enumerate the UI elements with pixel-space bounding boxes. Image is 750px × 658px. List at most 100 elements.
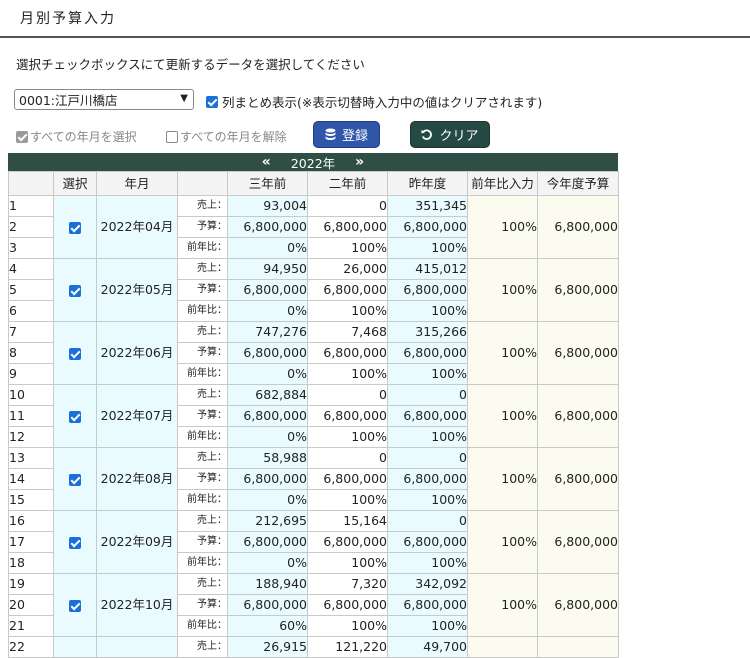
ratio-input-cell[interactable]: 100% <box>467 384 538 448</box>
clear-button[interactable]: クリア <box>410 121 490 148</box>
value-cell[interactable]: 6,800,000 <box>307 342 388 364</box>
value-cell: 100% <box>307 426 388 448</box>
value-cell[interactable]: 6,800,000 <box>387 342 468 364</box>
select-cell <box>53 636 97 658</box>
row-number: 6 <box>8 300 54 322</box>
row-select-checkbox[interactable] <box>69 536 81 549</box>
value-cell[interactable]: 6,800,000 <box>307 279 388 301</box>
budget-cell[interactable]: 6,800,000 <box>537 573 619 637</box>
value-cell[interactable]: 6,800,000 <box>307 594 388 616</box>
value-cell: 0 <box>387 447 468 469</box>
value-cell: 15,164 <box>307 510 388 532</box>
row-type-label: 前年比： <box>177 426 228 448</box>
ratio-input-cell[interactable]: 100% <box>467 573 538 637</box>
value-cell[interactable]: 6,800,000 <box>387 594 468 616</box>
value-cell: 188,940 <box>227 573 308 595</box>
row-number: 4 <box>8 258 54 280</box>
row-select-checkbox[interactable] <box>69 473 81 486</box>
value-cell[interactable]: 6,800,000 <box>227 468 308 490</box>
title-bar: 月別予算入力 <box>0 0 750 38</box>
budget-cell[interactable]: 6,800,000 <box>537 321 619 385</box>
value-cell: 100% <box>307 489 388 511</box>
store-select-value: 0001:江戸川橋店 <box>19 93 118 108</box>
row-number: 8 <box>8 342 54 364</box>
value-cell: 100% <box>387 300 468 322</box>
value-cell[interactable]: 6,800,000 <box>307 405 388 427</box>
value-cell[interactable]: 6,800,000 <box>227 216 308 238</box>
year-navigation: « 2022年 » <box>8 153 618 171</box>
value-cell[interactable]: 6,800,000 <box>387 279 468 301</box>
deselect-all-checkbox[interactable] <box>166 130 178 143</box>
value-cell[interactable]: 6,800,000 <box>307 531 388 553</box>
select-all-checkbox[interactable] <box>16 130 28 143</box>
next-year-button[interactable]: » <box>355 155 364 169</box>
value-cell[interactable]: 6,800,000 <box>227 342 308 364</box>
prev-year-button[interactable]: « <box>262 155 271 169</box>
budget-cell[interactable]: 6,800,000 <box>537 195 619 259</box>
ratio-input-cell[interactable]: 100% <box>467 510 538 574</box>
budget-cell[interactable]: 6,800,000 <box>537 510 619 574</box>
value-cell[interactable]: 6,800,000 <box>387 216 468 238</box>
store-select[interactable]: 0001:江戸川橋店 ▼ <box>14 89 194 110</box>
year-month-cell: 2022年10月 <box>96 573 178 637</box>
undo-icon <box>421 129 433 140</box>
value-cell[interactable]: 6,800,000 <box>227 531 308 553</box>
value-cell[interactable]: 6,800,000 <box>387 531 468 553</box>
row-number: 17 <box>8 531 54 553</box>
value-cell: 342,092 <box>387 573 468 595</box>
budget-cell[interactable]: 6,800,000 <box>537 447 619 511</box>
select-cell <box>53 447 97 511</box>
row-select-checkbox[interactable] <box>69 221 81 234</box>
select-cell <box>53 258 97 322</box>
value-cell[interactable]: 6,800,000 <box>307 468 388 490</box>
row-type-label: 予算： <box>177 594 228 616</box>
value-cell[interactable]: 6,800,000 <box>227 405 308 427</box>
select-all-label: すべての年月を選択 <box>30 130 137 144</box>
ratio-input-cell[interactable]: 100% <box>467 258 538 322</box>
value-cell: 747,276 <box>227 321 308 343</box>
value-cell: 58,988 <box>227 447 308 469</box>
value-cell[interactable]: 6,800,000 <box>227 594 308 616</box>
table-row: 19 2022年10月 売上： 188,940 7,320 342,092 100% 6,80… <box>8 573 619 637</box>
budget-cell[interactable]: 6,800,000 <box>537 384 619 448</box>
value-cell: 682,884 <box>227 384 308 406</box>
row-type-label: 予算： <box>177 216 228 238</box>
value-cell: 100% <box>387 426 468 448</box>
year-month-cell <box>96 636 178 658</box>
row-select-checkbox[interactable] <box>69 599 81 612</box>
table-row: 7 2022年06月 売上： 747,276 7,468 315,266 100% 6,800… <box>8 321 619 385</box>
row-type-label: 前年比： <box>177 237 228 259</box>
page-title: 月別予算入力 <box>20 11 116 27</box>
budget-cell[interactable]: 6,800,000 <box>537 258 619 322</box>
row-number: 14 <box>8 468 54 490</box>
ratio-input-cell[interactable]: 100% <box>467 195 538 259</box>
ratio-input-cell[interactable]: 100% <box>467 321 538 385</box>
value-cell: 100% <box>387 615 468 637</box>
value-cell[interactable]: 6,800,000 <box>227 279 308 301</box>
row-type-label: 前年比： <box>177 363 228 385</box>
header-three-years-ago: 三年前 <box>227 171 308 196</box>
value-cell[interactable]: 6,800,000 <box>307 216 388 238</box>
value-cell: 212,695 <box>227 510 308 532</box>
row-number: 7 <box>8 321 54 343</box>
register-button[interactable]: 登録 <box>313 121 380 148</box>
value-cell[interactable]: 6,800,000 <box>387 405 468 427</box>
ratio-input-cell[interactable]: 100% <box>467 447 538 511</box>
column-summary-checkbox[interactable] <box>206 95 218 108</box>
row-select-checkbox[interactable] <box>69 410 81 423</box>
database-icon <box>325 128 336 140</box>
value-cell: 0 <box>387 384 468 406</box>
value-cell: 100% <box>307 552 388 574</box>
year-month-cell: 2022年07月 <box>96 384 178 448</box>
row-select-checkbox[interactable] <box>69 284 81 297</box>
table-row: 1 2022年04月 売上： 93,004 0 351,345 100% 6,800,000 <box>8 195 619 259</box>
deselect-all-toggle[interactable]: すべての年月を解除 <box>166 128 287 145</box>
row-number: 20 <box>8 594 54 616</box>
select-all-toggle[interactable]: すべての年月を選択 <box>16 128 137 145</box>
value-cell[interactable]: 6,800,000 <box>387 468 468 490</box>
row-select-checkbox[interactable] <box>69 347 81 360</box>
row-type-label: 売上： <box>177 321 228 343</box>
column-summary-toggle[interactable]: 列まとめ表示(※表示切替時入力中の値はクリアされます) <box>206 92 542 111</box>
row-type-label: 前年比： <box>177 489 228 511</box>
select-cell <box>53 195 97 259</box>
